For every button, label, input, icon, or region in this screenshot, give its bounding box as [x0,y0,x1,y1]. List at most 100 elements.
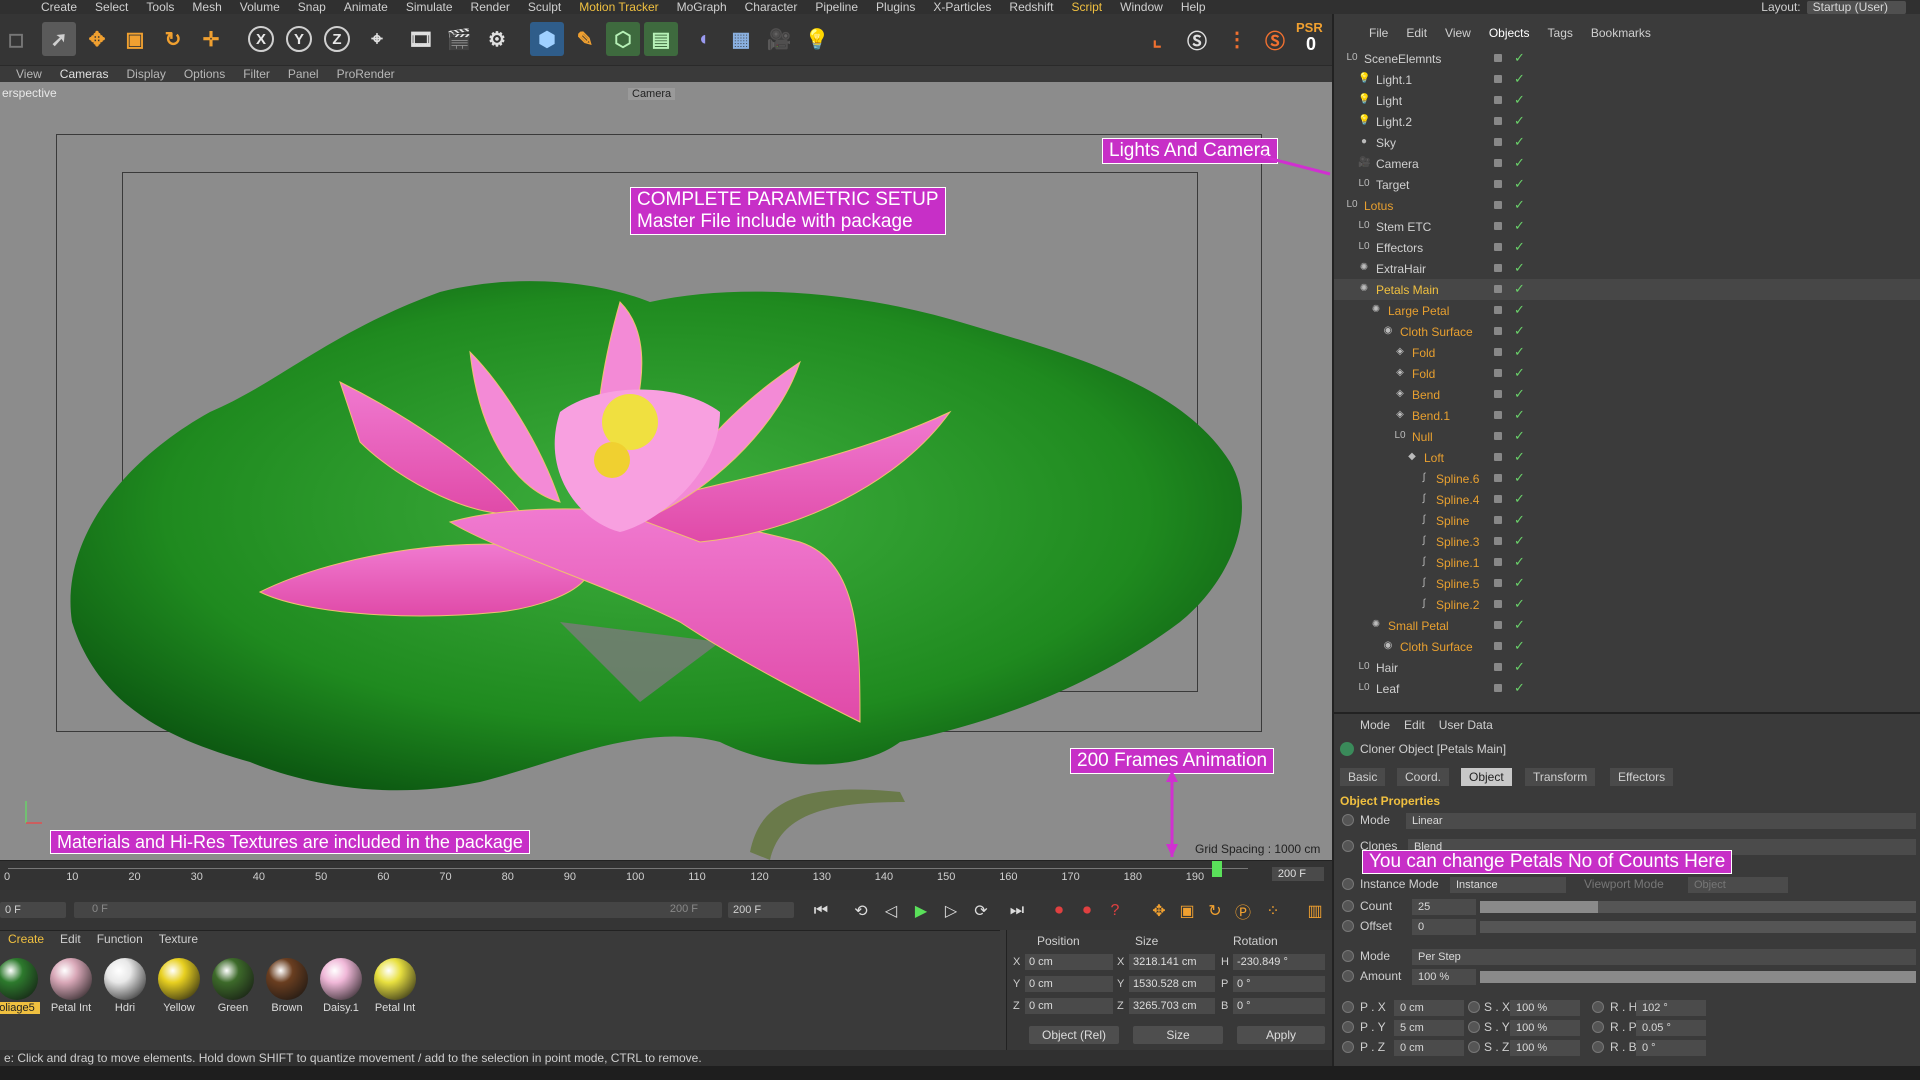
tab-object[interactable]: Object [1461,768,1512,786]
tab-basic[interactable]: Basic [1340,768,1386,786]
workplane-icon[interactable]: ⋮ [1220,22,1254,56]
object-row[interactable]: L0 SceneElemnts ✓ [1334,48,1920,69]
px-field[interactable]: 0 cm [1394,1000,1464,1016]
attribute-menu-user-data[interactable]: User Data [1439,718,1493,732]
floor-icon[interactable]: ▦ [724,22,758,56]
visibility-flag[interactable] [1494,222,1502,230]
layout-switcher[interactable]: Layout: Startup (User) [1761,0,1920,14]
material-menu-create[interactable]: Create [0,932,52,946]
offset-radio[interactable] [1342,920,1354,932]
visibility-flag[interactable] [1494,243,1502,251]
clones-radio[interactable] [1342,840,1354,852]
end-frame-field[interactable]: 200 F [728,902,794,918]
object-name[interactable]: Camera [1376,157,1419,171]
apply-button[interactable]: Apply [1237,1026,1325,1044]
enabled-check-icon[interactable]: ✓ [1514,554,1525,570]
menu-sculpt[interactable]: Sculpt [519,0,570,14]
sz-radio[interactable] [1468,1041,1480,1053]
object-name[interactable]: Spline.4 [1436,493,1479,507]
material-swatch[interactable]: Green [210,958,256,1018]
object-name[interactable]: Effectors [1376,241,1423,255]
timeline-window-icon[interactable]: ▥ [1304,900,1326,922]
menu-pipeline[interactable]: Pipeline [806,0,867,14]
next-frame-icon[interactable]: ▷ [940,900,962,922]
material-swatch[interactable]: Hdri [102,958,148,1018]
object-row[interactable]: 💡 Light ✓ [1334,90,1920,111]
enabled-check-icon[interactable]: ✓ [1514,260,1525,276]
enabled-check-icon[interactable]: ✓ [1514,680,1525,696]
menu-create[interactable]: Create [32,0,86,14]
object-name[interactable]: Loft [1424,451,1444,465]
object-name[interactable]: Small Petal [1388,619,1449,633]
enabled-check-icon[interactable]: ✓ [1514,155,1525,171]
object-menu-view[interactable]: View [1436,26,1480,40]
material-swatch[interactable]: Brown [264,958,310,1018]
enabled-check-icon[interactable]: ✓ [1514,491,1525,507]
position-field[interactable]: 0 cm [1025,998,1113,1014]
object-name[interactable]: Fold [1412,367,1435,381]
object-row[interactable]: ◈ Bend ✓ [1334,384,1920,405]
object-menu-file[interactable]: File [1360,26,1397,40]
y-axis-icon[interactable]: Y [286,26,312,52]
enabled-check-icon[interactable]: ✓ [1514,386,1525,402]
tab-effectors[interactable]: Effectors [1610,768,1674,786]
rotation-field[interactable]: -230.849 ° [1233,954,1325,970]
enabled-check-icon[interactable]: ✓ [1514,113,1525,129]
pz-field[interactable]: 0 cm [1394,1040,1464,1056]
object-row[interactable]: ✺ Large Petal ✓ [1334,300,1920,321]
visibility-flag[interactable] [1494,348,1502,356]
object-name[interactable]: Sky [1376,136,1396,150]
light-icon[interactable]: 💡 [800,22,834,56]
material-swatch[interactable]: Petal Int [372,958,418,1018]
sx-radio[interactable] [1468,1001,1480,1013]
object-name[interactable]: ExtraHair [1376,262,1426,276]
deformer-icon[interactable]: ◖ [686,22,720,56]
enabled-check-icon[interactable]: ✓ [1514,176,1525,192]
object-row[interactable]: ◈ Fold ✓ [1334,342,1920,363]
enabled-check-icon[interactable]: ✓ [1514,533,1525,549]
mode-dropdown[interactable]: Linear [1406,813,1916,829]
viewport-menu-cameras[interactable]: Cameras [52,67,117,81]
object-name[interactable]: Light [1376,94,1402,108]
object-row[interactable]: ✺ ExtraHair ✓ [1334,258,1920,279]
rp-field[interactable]: 0.05 ° [1636,1020,1706,1036]
visibility-flag[interactable] [1494,495,1502,503]
enabled-check-icon[interactable]: ✓ [1514,470,1525,486]
key-param-icon[interactable]: Ⓟ [1232,900,1254,922]
enabled-check-icon[interactable]: ✓ [1514,617,1525,633]
menu-render[interactable]: Render [462,0,519,14]
menu-animate[interactable]: Animate [335,0,397,14]
rotation-field[interactable]: 0 ° [1233,998,1325,1014]
object-menu-objects[interactable]: Objects [1480,26,1539,40]
object-row[interactable]: ✺ Petals Main ✓ [1334,279,1920,300]
z-axis-icon[interactable]: Z [324,26,350,52]
object-row[interactable]: ∫ Spline.6 ✓ [1334,468,1920,489]
enabled-check-icon[interactable]: ✓ [1514,638,1525,654]
px-radio[interactable] [1342,1001,1354,1013]
menu-plugins[interactable]: Plugins [867,0,924,14]
menu-volume[interactable]: Volume [231,0,289,14]
camera-icon[interactable]: 🎥 [762,22,796,56]
object-row[interactable]: ◆ Loft ✓ [1334,447,1920,468]
visibility-flag[interactable] [1494,285,1502,293]
sy-radio[interactable] [1468,1021,1480,1033]
object-row[interactable]: 💡 Light.2 ✓ [1334,111,1920,132]
instance-mode-radio[interactable] [1342,878,1354,890]
enabled-check-icon[interactable]: ✓ [1514,365,1525,381]
world-coord-icon[interactable]: ⌖ [360,22,394,56]
enabled-check-icon[interactable]: ✓ [1514,302,1525,318]
sx-field[interactable]: 100 % [1510,1000,1580,1016]
instance-mode-dropdown[interactable]: Instance [1450,877,1566,893]
object-name[interactable]: Spline.1 [1436,556,1479,570]
object-name[interactable]: Spline.3 [1436,535,1479,549]
object-menu-bookmarks[interactable]: Bookmarks [1582,26,1660,40]
visibility-flag[interactable] [1494,264,1502,272]
timeline-end-field[interactable]: 200 F [1271,867,1324,881]
object-menu-tags[interactable]: Tags [1539,26,1582,40]
visibility-flag[interactable] [1494,453,1502,461]
object-name[interactable]: Light.2 [1376,115,1412,129]
object-name[interactable]: Null [1412,430,1433,444]
object-name[interactable]: Spline.6 [1436,472,1479,486]
goto-start-icon[interactable]: ⏮ [810,900,832,922]
timeline[interactable]: 200 F 0 10 20 30 40 50 60 70 80 90 100 110 120 130 140… [0,860,1332,890]
